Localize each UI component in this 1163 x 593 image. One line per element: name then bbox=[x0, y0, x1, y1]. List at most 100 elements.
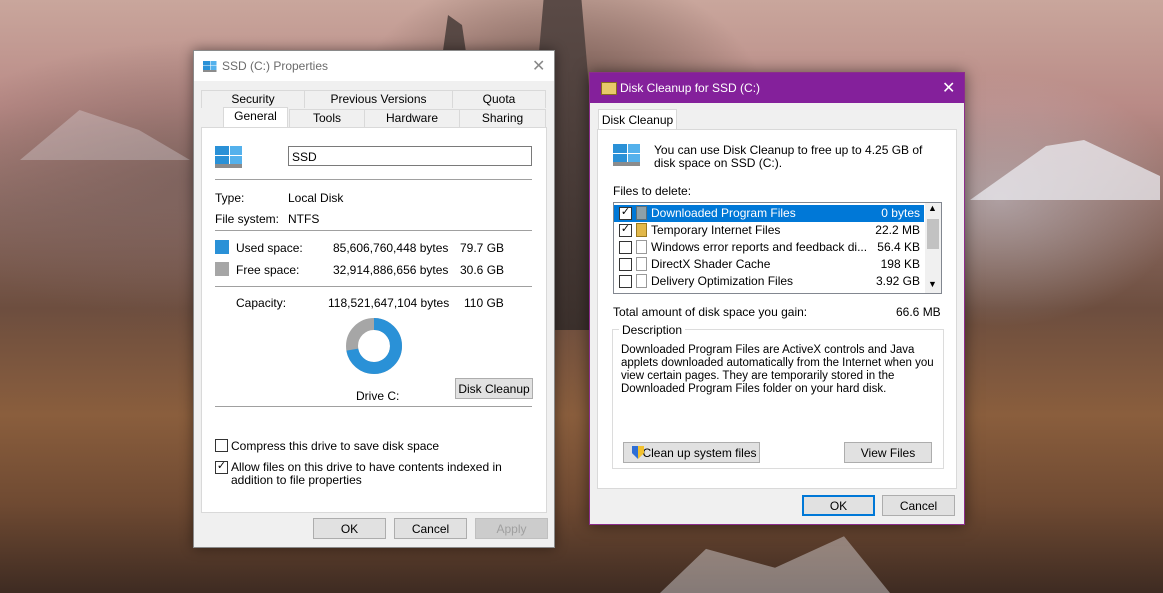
used-space-label: Used space: bbox=[236, 241, 303, 255]
close-icon[interactable]: ✕ bbox=[532, 56, 545, 76]
disk-cleanup-app-icon bbox=[601, 82, 617, 95]
tab-disk-cleanup[interactable]: Disk Cleanup bbox=[598, 109, 677, 130]
file-icon bbox=[636, 240, 647, 254]
type-label: Type: bbox=[215, 191, 245, 205]
file-system-value: NTFS bbox=[288, 212, 320, 226]
type-value: Local Disk bbox=[288, 191, 344, 205]
file-checkbox[interactable] bbox=[619, 275, 632, 288]
used-space-gb: 79.7 GB bbox=[460, 241, 505, 255]
tab-quota[interactable]: Quota bbox=[452, 90, 546, 108]
compress-checkbox[interactable] bbox=[215, 439, 228, 452]
check-icon: ✓ bbox=[620, 223, 631, 235]
drive-caption: Drive C: bbox=[356, 389, 400, 403]
check-icon: ✓ bbox=[620, 206, 631, 218]
file-name: Delivery Optimization Files bbox=[651, 274, 794, 288]
free-space-gb: 30.6 GB bbox=[460, 263, 505, 277]
files-to-delete-label: Files to delete: bbox=[613, 184, 692, 198]
files-list-scrollbar[interactable]: ▲ ▼ bbox=[925, 203, 941, 293]
usage-donut-chart bbox=[346, 318, 402, 374]
disk-cleanup-window: Disk Cleanup for SSD (C:) ✕ Disk Cleanup… bbox=[589, 72, 965, 525]
snow-ridge bbox=[970, 140, 1160, 200]
file-checkbox[interactable] bbox=[619, 241, 632, 254]
capacity-bytes: 118,521,647,104 bytes bbox=[328, 296, 450, 310]
list-item[interactable]: Windows error reports and feedback di...… bbox=[614, 239, 924, 256]
compress-label: Compress this drive to save disk space bbox=[231, 439, 440, 453]
cancel-button[interactable]: Cancel bbox=[882, 495, 955, 516]
used-space-swatch bbox=[215, 240, 229, 254]
close-icon[interactable]: ✕ bbox=[942, 78, 955, 98]
chevron-up-icon[interactable]: ▲ bbox=[928, 203, 937, 213]
divider bbox=[215, 230, 532, 231]
tab-tools[interactable]: Tools bbox=[289, 109, 365, 127]
file-icon bbox=[636, 274, 647, 288]
capacity-label: Capacity: bbox=[236, 296, 287, 310]
drive-icon bbox=[215, 146, 243, 168]
clean-up-system-files-button[interactable]: Clean up system files bbox=[623, 442, 760, 463]
tab-previous-versions[interactable]: Previous Versions bbox=[304, 90, 453, 108]
tab-row-top: Security Previous Versions Quota bbox=[201, 90, 546, 108]
file-icon bbox=[636, 257, 647, 271]
cancel-button[interactable]: Cancel bbox=[394, 518, 467, 539]
file-size: 3.92 GB bbox=[875, 274, 920, 288]
cleanup-intro-text: You can use Disk Cleanup to free up to 4… bbox=[654, 143, 923, 170]
file-name: DirectX Shader Cache bbox=[651, 257, 771, 271]
drive-icon bbox=[613, 144, 641, 166]
chevron-down-icon[interactable]: ▼ bbox=[928, 279, 937, 289]
view-files-button[interactable]: View Files bbox=[844, 442, 932, 463]
clean-up-system-files-label: Clean up system files bbox=[642, 446, 757, 460]
check-icon: ✓ bbox=[216, 460, 227, 472]
tab-hardware[interactable]: Hardware bbox=[364, 109, 460, 127]
list-item[interactable]: DirectX Shader Cache 198 KB bbox=[614, 256, 924, 273]
scrollbar-thumb[interactable] bbox=[927, 219, 939, 249]
file-name: Downloaded Program Files bbox=[651, 206, 796, 220]
disk-cleanup-titlebar: Disk Cleanup for SSD (C:) ✕ bbox=[590, 73, 964, 103]
drive-name-value: SSD bbox=[292, 150, 317, 164]
file-size: 56.4 KB bbox=[877, 240, 920, 254]
file-system-label: File system: bbox=[215, 212, 280, 226]
ok-button[interactable]: OK bbox=[313, 518, 386, 539]
file-checkbox[interactable]: ✓ bbox=[619, 206, 632, 220]
apply-button[interactable]: Apply bbox=[475, 518, 548, 539]
tab-row-bottom: General Tools Hardware Sharing bbox=[201, 107, 546, 127]
index-label: Allow files on this drive to have conten… bbox=[231, 460, 502, 487]
snow-slope bbox=[660, 536, 890, 593]
desktop-wallpaper bbox=[0, 0, 1163, 593]
file-checkbox[interactable]: ✓ bbox=[619, 223, 632, 237]
disk-cleanup-panel: You can use Disk Cleanup to free up to 4… bbox=[597, 129, 957, 489]
used-space-bytes: 85,606,760,448 bytes bbox=[333, 241, 449, 255]
file-name: Windows error reports and feedback di... bbox=[651, 240, 868, 254]
list-item[interactable]: Delivery Optimization Files 3.92 GB bbox=[614, 273, 924, 290]
file-icon bbox=[636, 206, 647, 220]
disk-cleanup-title: Disk Cleanup for SSD (C:) bbox=[620, 81, 761, 95]
properties-title: SSD (C:) Properties bbox=[222, 59, 329, 73]
drive-name-input[interactable]: SSD bbox=[288, 146, 532, 166]
total-gain-label: Total amount of disk space you gain: bbox=[613, 305, 808, 319]
tab-sharing[interactable]: Sharing bbox=[459, 109, 546, 127]
tab-security[interactable]: Security bbox=[201, 90, 305, 108]
divider bbox=[215, 179, 532, 180]
total-gain-value: 66.6 MB bbox=[896, 305, 941, 319]
capacity-gb: 110 GB bbox=[464, 296, 504, 310]
ok-button[interactable]: OK bbox=[802, 495, 875, 516]
files-list: ✓ Downloaded Program Files 0 bytes ✓ Tem… bbox=[613, 202, 942, 294]
divider bbox=[215, 286, 532, 287]
properties-titlebar: SSD (C:) Properties ✕ bbox=[194, 51, 554, 81]
lock-icon bbox=[636, 223, 647, 237]
general-tab-panel: SSD Type: Local Disk File system: NTFS U… bbox=[201, 127, 547, 513]
disk-cleanup-button[interactable]: Disk Cleanup bbox=[455, 378, 533, 399]
free-space-label: Free space: bbox=[236, 263, 300, 277]
snow-ridge bbox=[20, 110, 190, 160]
file-checkbox[interactable] bbox=[619, 258, 632, 271]
free-space-bytes: 32,914,886,656 bytes bbox=[333, 263, 449, 277]
properties-window: SSD (C:) Properties ✕ Security Previous … bbox=[193, 50, 555, 548]
description-title: Description bbox=[619, 323, 686, 337]
list-item[interactable]: ✓ Downloaded Program Files 0 bytes bbox=[614, 205, 924, 222]
description-text: Downloaded Program Files are ActiveX con… bbox=[621, 344, 934, 395]
list-item[interactable]: ✓ Temporary Internet Files 22.2 MB bbox=[614, 222, 924, 239]
file-size: 198 KB bbox=[880, 257, 920, 271]
index-checkbox[interactable]: ✓ bbox=[215, 460, 228, 474]
drive-icon bbox=[203, 61, 217, 72]
file-name: Temporary Internet Files bbox=[651, 223, 781, 237]
tab-general[interactable]: General bbox=[223, 107, 288, 127]
file-size: 22.2 MB bbox=[875, 223, 920, 237]
